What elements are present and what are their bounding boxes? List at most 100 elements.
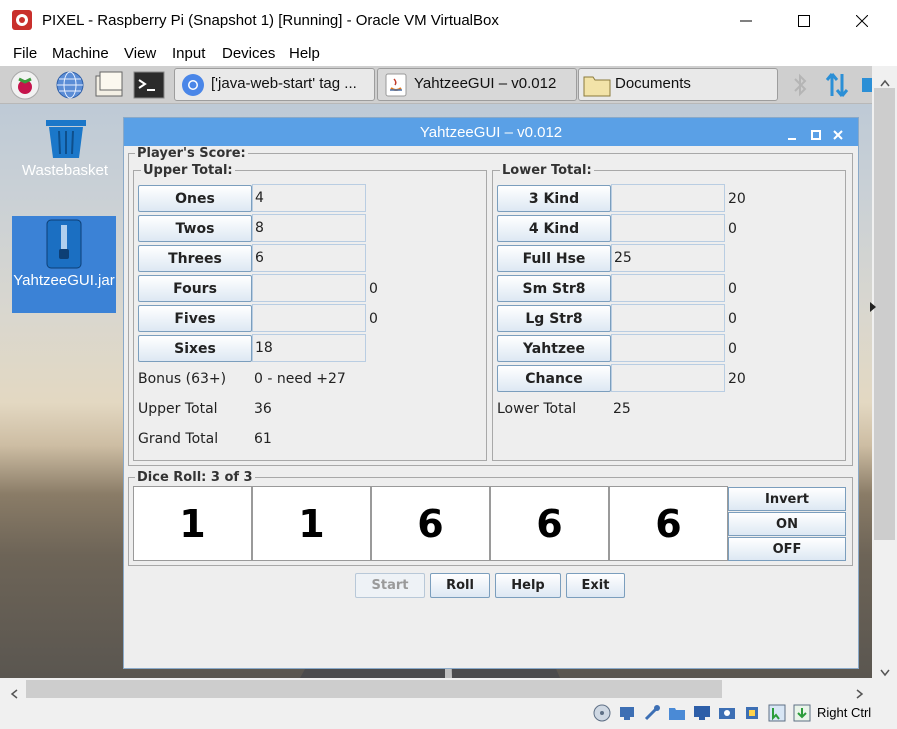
three-kind-score-cell bbox=[611, 184, 725, 212]
menu-devices[interactable]: Devices bbox=[222, 45, 275, 62]
close-button[interactable] bbox=[833, 0, 891, 41]
guest-taskbar: ['java-web-start' tag ... YahtzeeGUI – v… bbox=[0, 66, 872, 104]
raspberry-menu-icon[interactable] bbox=[10, 70, 40, 100]
three-kind-right-value: 20 bbox=[728, 191, 746, 207]
ones-button[interactable]: Ones bbox=[138, 185, 252, 212]
scroll-down-icon[interactable] bbox=[880, 662, 890, 677]
four-kind-button[interactable]: 4 Kind bbox=[497, 215, 611, 242]
close-icon bbox=[856, 14, 868, 27]
keyboard-capture-icon[interactable] bbox=[793, 704, 811, 722]
maximize-icon bbox=[798, 14, 810, 27]
host-title-bar: PIXEL - Raspberry Pi (Snapshot 1) [Runni… bbox=[0, 0, 897, 41]
web-browser-icon[interactable] bbox=[55, 70, 85, 100]
fives-right-value: 0 bbox=[369, 311, 378, 327]
mouse-integration-icon[interactable] bbox=[768, 704, 786, 722]
bonus-label: Bonus (63+) bbox=[138, 371, 227, 387]
die-1[interactable]: 1 bbox=[133, 486, 252, 561]
video-capture-icon[interactable] bbox=[718, 704, 736, 722]
cpu-icon[interactable] bbox=[743, 704, 761, 722]
app-minimize-icon[interactable] bbox=[786, 126, 798, 140]
maximize-button[interactable] bbox=[775, 0, 833, 41]
app-close-icon[interactable] bbox=[832, 126, 844, 140]
large-straight-right-value: 0 bbox=[728, 311, 737, 327]
fours-right-value: 0 bbox=[369, 281, 378, 297]
terminal-icon[interactable] bbox=[133, 70, 165, 100]
sixes-button[interactable]: Sixes bbox=[138, 335, 252, 362]
grand-total-value: 61 bbox=[254, 431, 272, 447]
start-button[interactable]: Start bbox=[355, 573, 425, 598]
small-straight-score-cell bbox=[611, 274, 725, 302]
menu-machine[interactable]: Machine bbox=[52, 45, 109, 62]
chance-button[interactable]: Chance bbox=[497, 365, 611, 392]
three-kind-button[interactable]: 3 Kind bbox=[497, 185, 611, 212]
host-menu-bar: File Machine View Input Devices Help bbox=[0, 41, 897, 66]
wastebasket-label[interactable]: Wastebasket bbox=[10, 162, 120, 179]
on-button[interactable]: ON bbox=[728, 512, 846, 536]
bonus-value: 0 - need +27 bbox=[254, 371, 346, 387]
minimize-button[interactable] bbox=[717, 0, 775, 41]
menu-view[interactable]: View bbox=[124, 45, 156, 62]
yahtzee-button[interactable]: Yahtzee bbox=[497, 335, 611, 362]
horizontal-scroll-thumb[interactable] bbox=[26, 680, 722, 698]
vertical-scroll-thumb[interactable] bbox=[874, 88, 895, 540]
threes-score: 6 bbox=[255, 250, 264, 266]
scroll-up-icon[interactable] bbox=[880, 72, 890, 87]
host-key-label: Right Ctrl bbox=[817, 705, 872, 720]
task-documents-label: Documents bbox=[615, 75, 691, 92]
threes-button[interactable]: Threes bbox=[138, 245, 252, 272]
host-window-title: PIXEL - Raspberry Pi (Snapshot 1) [Runni… bbox=[42, 12, 499, 29]
fives-button[interactable]: Fives bbox=[138, 305, 252, 332]
chromium-icon bbox=[181, 73, 205, 97]
task-yahtzee[interactable]: YahtzeeGUI – v0.012 bbox=[377, 68, 577, 101]
die-5[interactable]: 6 bbox=[609, 486, 728, 561]
java-icon bbox=[384, 72, 408, 98]
chance-right-value: 20 bbox=[728, 371, 746, 387]
invert-button[interactable]: Invert bbox=[728, 487, 846, 511]
optical-drive-icon[interactable] bbox=[593, 704, 611, 722]
menu-file[interactable]: File bbox=[13, 45, 37, 62]
network-icon[interactable] bbox=[823, 71, 851, 99]
full-house-button[interactable]: Full Hse bbox=[497, 245, 611, 272]
fours-score-cell bbox=[252, 274, 366, 302]
menu-help[interactable]: Help bbox=[289, 45, 320, 62]
vertical-scrollbar[interactable] bbox=[870, 66, 897, 678]
large-straight-button[interactable]: Lg Str8 bbox=[497, 305, 611, 332]
virtualbox-pixel-icon bbox=[12, 10, 32, 30]
exit-button[interactable]: Exit bbox=[566, 573, 625, 598]
menu-input[interactable]: Input bbox=[172, 45, 205, 62]
minimize-icon bbox=[740, 20, 752, 21]
twos-score: 8 bbox=[255, 220, 264, 236]
lower-group-label: Lower Total: bbox=[500, 163, 594, 178]
die-4[interactable]: 6 bbox=[490, 486, 609, 561]
threes-score-cell: 6 bbox=[252, 244, 366, 272]
file-manager-icon[interactable] bbox=[94, 70, 126, 100]
shared-folders-icon[interactable] bbox=[668, 704, 686, 722]
die-2[interactable]: 1 bbox=[252, 486, 371, 561]
network-adapter-icon[interactable] bbox=[618, 704, 636, 722]
fives-score-cell bbox=[252, 304, 366, 332]
jar-label[interactable]: YahtzeeGUI.jar bbox=[12, 271, 116, 290]
help-button[interactable]: Help bbox=[495, 573, 561, 598]
scroll-left-icon[interactable] bbox=[10, 684, 18, 699]
roll-button[interactable]: Roll bbox=[430, 573, 490, 598]
volume-icon[interactable] bbox=[862, 78, 872, 92]
horizontal-scrollbar[interactable] bbox=[0, 678, 872, 700]
full-house-score-cell: 25 bbox=[611, 244, 725, 272]
small-straight-button[interactable]: Sm Str8 bbox=[497, 275, 611, 302]
yahtzee-score-cell bbox=[611, 334, 725, 362]
fours-button[interactable]: Fours bbox=[138, 275, 252, 302]
scroll-right-icon[interactable] bbox=[856, 684, 864, 699]
usb-icon[interactable] bbox=[643, 704, 661, 722]
sixes-score: 18 bbox=[255, 340, 273, 356]
four-kind-score-cell bbox=[611, 214, 725, 242]
display-icon[interactable] bbox=[693, 704, 711, 722]
task-chromium[interactable]: ['java-web-start' tag ... bbox=[174, 68, 375, 101]
off-button[interactable]: OFF bbox=[728, 537, 846, 561]
die-3[interactable]: 6 bbox=[371, 486, 490, 561]
full-house-score: 25 bbox=[614, 250, 632, 266]
task-documents[interactable]: Documents bbox=[578, 68, 778, 101]
app-maximize-icon[interactable] bbox=[810, 126, 822, 140]
lower-total-value: 25 bbox=[613, 401, 631, 417]
twos-button[interactable]: Twos bbox=[138, 215, 252, 242]
bluetooth-icon[interactable] bbox=[790, 72, 810, 98]
